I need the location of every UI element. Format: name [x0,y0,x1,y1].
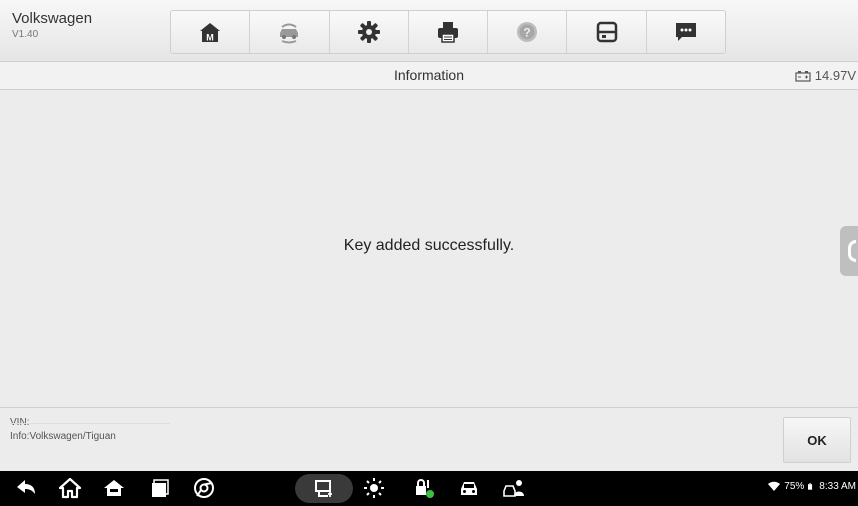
svg-text:?: ? [524,26,531,40]
side-panel-handle[interactable] [840,226,858,276]
back-button[interactable] [12,475,40,501]
vin-divider [10,423,170,424]
vci-connection-button[interactable] [310,475,338,501]
battery-icon [795,70,811,82]
help-icon: ? [517,22,538,42]
immo-key-button[interactable] [410,475,438,501]
printer-icon [437,22,458,43]
back-arrow-icon [17,480,35,494]
remote-support-button[interactable] [500,475,528,501]
toolbar-buttons: M ? [170,10,726,54]
help-button[interactable]: ? [488,11,568,53]
wifi-icon [768,481,781,491]
system-status: 75% 8:33 AM [768,481,856,492]
message-button[interactable] [646,11,725,53]
car-icon [461,482,477,495]
launcher-home-button[interactable] [100,475,128,501]
svg-text:M: M [206,33,214,43]
nav-home-button[interactable] [56,475,84,501]
house-filled-icon [104,480,124,496]
tablet-battery-icon [808,483,813,490]
battery-voltage: 14.97V [795,68,856,83]
vehicle-swap-button[interactable] [250,11,330,53]
brightness-icon [364,478,384,498]
home-button[interactable]: M [171,11,251,53]
voltage-value: 14.97V [814,68,856,83]
title-bar: Information 14.97V [0,62,858,90]
print-button[interactable] [408,11,489,53]
car-user-icon [503,480,524,497]
home-icon: M [200,23,221,43]
page-title: Information [393,67,465,83]
status-message: Key added successfully. [343,237,515,254]
vci-connection-icon [315,480,332,497]
app-title: Volkswagen [12,10,93,27]
vehicle-info-footer: VIN: Info:Volkswagen/Tiguan OK [0,407,858,471]
vehicle-button[interactable] [455,475,483,501]
browser-button[interactable] [190,475,218,501]
vehicle-info: Info:Volkswagen/Tiguan [10,431,116,442]
clock: 8:33 AM [819,481,856,492]
system-nav-bar: 75% 8:33 AM [0,471,858,506]
brand-block: Volkswagen V1.40 [12,10,92,42]
ok-button[interactable]: OK [783,417,851,463]
settings-button[interactable] [329,11,409,53]
battery-percent: 75% [784,481,805,492]
vehicle-swap-icon [280,23,299,44]
save-button[interactable] [567,11,647,53]
save-icon [596,21,617,43]
house-outline-icon [59,477,81,499]
app-version: V1.40 [12,29,39,40]
top-toolbar: Volkswagen V1.40 M ? [0,0,858,62]
brightness-button[interactable] [360,475,388,501]
recent-apps-button[interactable] [146,475,174,501]
message-icon [675,23,696,41]
settings-gear-icon [357,21,380,43]
recent-apps-icon [152,479,169,497]
app-screen: Volkswagen V1.40 M ? Information 14.97V … [0,0,858,506]
browser-icon [194,478,214,498]
info-content: Key added successfully. [0,91,858,407]
lock-status-icon [416,479,434,498]
